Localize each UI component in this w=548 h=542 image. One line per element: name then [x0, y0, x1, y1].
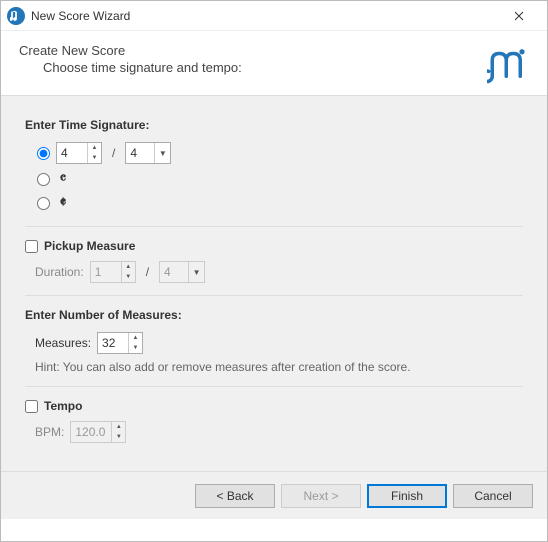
page-title: Create New Score — [19, 43, 479, 58]
chevron-down-icon: ▼ — [112, 432, 125, 442]
window-title: New Score Wizard — [31, 9, 499, 23]
pickup-measure-checkbox[interactable] — [25, 240, 38, 253]
separator — [25, 226, 523, 227]
close-button[interactable] — [499, 2, 539, 30]
chevron-up-icon: ▲ — [112, 422, 125, 432]
chevron-down-icon: ▼ — [188, 262, 204, 282]
cut-time-icon: 𝄵 — [56, 194, 70, 212]
time-sig-numeric-radio[interactable] — [37, 147, 50, 160]
measures-label: Enter Number of Measures: — [25, 308, 523, 322]
separator — [25, 295, 523, 296]
app-icon — [7, 7, 25, 25]
separator — [25, 386, 523, 387]
chevron-up-icon[interactable]: ▲ — [88, 143, 101, 153]
separator: / — [146, 265, 149, 279]
cut-time-radio[interactable] — [37, 197, 50, 210]
chevron-down-icon[interactable]: ▼ — [154, 143, 170, 163]
measures-spinner[interactable]: ▲▼ — [97, 332, 143, 354]
measures-hint: Hint: You can also add or remove measure… — [25, 360, 523, 374]
wizard-footer: < Back Next > Finish Cancel — [1, 471, 547, 519]
tempo-checkbox[interactable] — [25, 400, 38, 413]
time-sig-denominator-value: 4 — [126, 146, 154, 160]
finish-button[interactable]: Finish — [367, 484, 447, 508]
time-sig-numerator-input[interactable] — [57, 143, 87, 163]
page-subtitle: Choose time signature and tempo: — [43, 60, 479, 75]
title-bar: New Score Wizard — [1, 1, 547, 31]
chevron-down-icon[interactable]: ▼ — [129, 343, 142, 353]
chevron-up-icon: ▲ — [122, 262, 135, 272]
time-signature-label: Enter Time Signature: — [25, 118, 523, 132]
wizard-content: Enter Time Signature: ▲▼ / 4 ▼ 𝄴 𝄵 Picku… — [1, 96, 547, 471]
bpm-input — [71, 422, 111, 442]
common-time-icon: 𝄴 — [56, 170, 70, 188]
pickup-denominator-dropdown: 4 ▼ — [159, 261, 205, 283]
time-sig-denominator-dropdown[interactable]: 4 ▼ — [125, 142, 171, 164]
chevron-down-icon: ▼ — [122, 272, 135, 282]
pickup-measure-label: Pickup Measure — [44, 239, 135, 253]
bpm-label: BPM: — [35, 425, 64, 439]
pickup-duration-label: Duration: — [35, 265, 84, 279]
pickup-denominator-value: 4 — [160, 265, 188, 279]
next-button: Next > — [281, 484, 361, 508]
separator: / — [112, 146, 115, 160]
pickup-numerator-input — [91, 262, 121, 282]
tempo-label: Tempo — [44, 399, 82, 413]
measures-field-label: Measures: — [35, 336, 91, 350]
pickup-numerator-spinner: ▲▼ — [90, 261, 136, 283]
wizard-header: Create New Score Choose time signature a… — [1, 31, 547, 96]
musescore-logo-icon — [487, 43, 529, 85]
common-time-radio[interactable] — [37, 173, 50, 186]
cancel-button[interactable]: Cancel — [453, 484, 533, 508]
back-button[interactable]: < Back — [195, 484, 275, 508]
bpm-spinner: ▲▼ — [70, 421, 126, 443]
chevron-down-icon[interactable]: ▼ — [88, 153, 101, 163]
measures-input[interactable] — [98, 333, 128, 353]
time-sig-numerator-spinner[interactable]: ▲▼ — [56, 142, 102, 164]
chevron-up-icon[interactable]: ▲ — [129, 333, 142, 343]
